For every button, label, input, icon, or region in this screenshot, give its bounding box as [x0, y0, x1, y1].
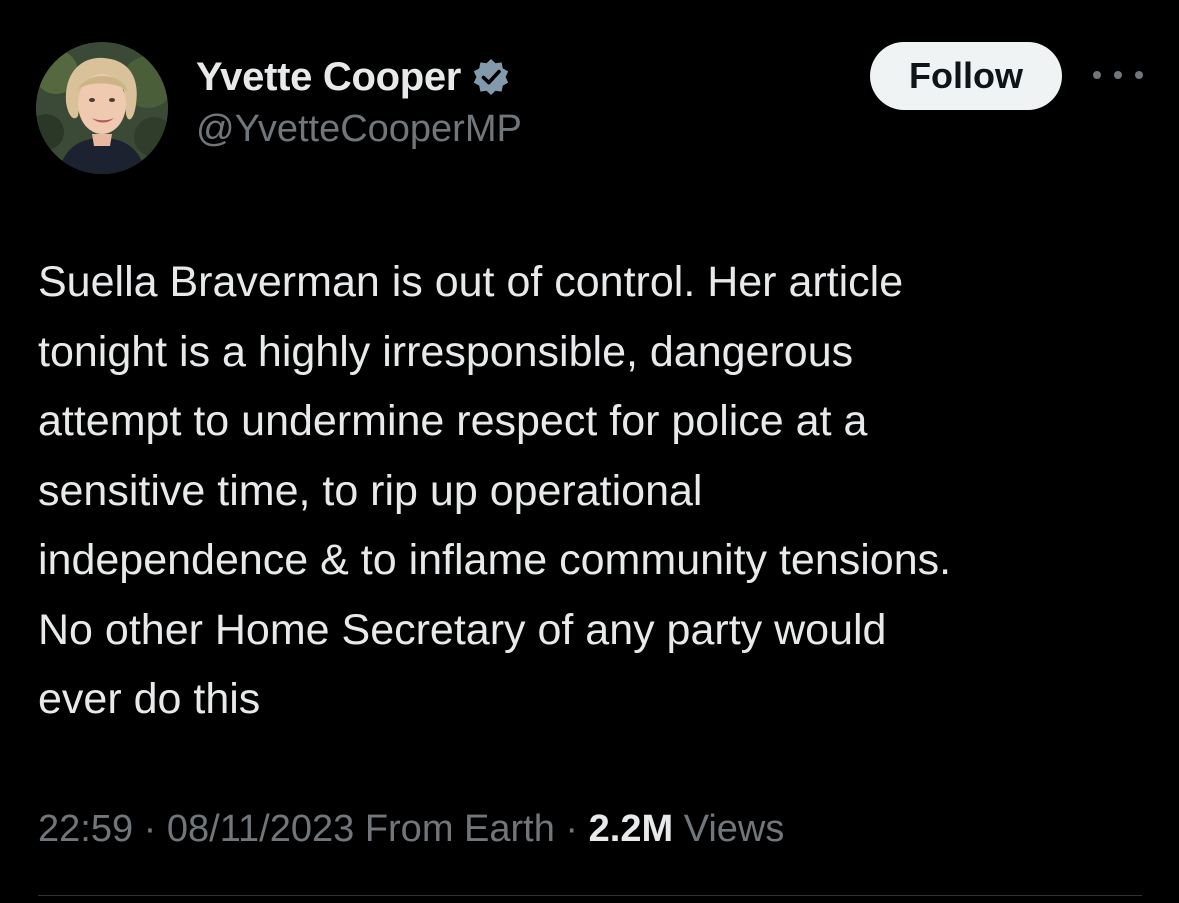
tweet-metadata: 22:59 · 08/11/2023 From Earth · 2.2M Vie… [38, 808, 784, 851]
meta-separator: · [143, 808, 157, 850]
more-dot [1093, 71, 1101, 79]
tweet-source: From Earth [364, 808, 555, 850]
tweet-text-line: independence & to inflame community tens… [38, 536, 952, 584]
tweet-text-line: Suella Braverman is out of control. Her … [38, 258, 904, 306]
tweet-time[interactable]: 22:59 [38, 808, 133, 850]
more-dot [1114, 71, 1122, 79]
avatar-image [36, 42, 168, 174]
views-count[interactable]: 2.2M [589, 808, 673, 850]
author-handle[interactable]: @YvetteCooperMP [196, 108, 522, 151]
tweet-card: Yvette Cooper @YvetteCooperMP Follow Sue… [0, 0, 1179, 903]
meta-separator: · [565, 808, 579, 850]
views-label[interactable]: Views [684, 808, 785, 850]
tweet-text-line: sensitive time, to rip up operational [38, 466, 703, 515]
tweet-text-line: attempt to undermine respect for police … [38, 397, 868, 445]
tweet-date[interactable]: 08/11/2023 [167, 808, 354, 850]
name-row: Yvette Cooper [196, 52, 522, 102]
verified-badge-icon[interactable] [471, 57, 511, 97]
author-avatar[interactable] [36, 42, 168, 174]
author-info: Yvette Cooper @YvetteCooperMP [196, 52, 522, 151]
tweet-text-line: No other Home Secretary of any party wou… [38, 605, 887, 654]
tweet-text: Suella Braverman is out of control. Her … [38, 248, 1158, 735]
divider [38, 895, 1142, 896]
follow-button[interactable]: Follow [870, 42, 1062, 110]
more-dot [1135, 71, 1143, 79]
tweet-text-line: ever do this [38, 675, 261, 723]
more-options-icon[interactable] [1093, 60, 1143, 90]
tweet-text-line: tonight is a highly irresponsible, dange… [38, 327, 854, 376]
author-display-name[interactable]: Yvette Cooper [196, 55, 461, 100]
